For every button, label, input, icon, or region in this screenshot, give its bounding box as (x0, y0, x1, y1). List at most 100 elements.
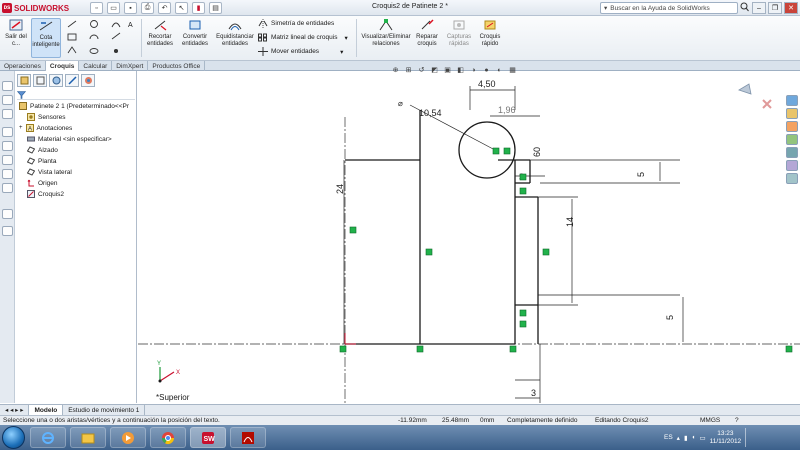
rectangle-tool-icon[interactable] (2, 109, 13, 119)
display-manager-tab-icon[interactable] (81, 74, 95, 87)
zoom-area-icon[interactable]: ⊞ (403, 65, 414, 75)
expand-icon[interactable]: + (19, 125, 23, 131)
offset-entities-button[interactable]: Equidistanciar entidades (214, 18, 256, 58)
tab-croquis[interactable]: Croquis (45, 61, 80, 71)
zoom-to-fit-icon[interactable]: ⊕ (390, 65, 401, 75)
sketch-canvas[interactable]: 4,50 10,54 1,96 60 5 3 24 14 5 3 ⌀ (138, 71, 800, 403)
tree-item-alzado[interactable]: Alzado (27, 146, 58, 154)
help-status-icon[interactable]: ? (735, 417, 739, 424)
tree-item-anotaciones[interactable]: + A Anotaciones (19, 124, 72, 132)
tree-filter[interactable] (16, 91, 135, 100)
tab-dimxpert[interactable]: DimXpert (112, 61, 149, 71)
spline-tool-icon[interactable] (2, 155, 13, 165)
help-search-input[interactable]: Buscar en la Ayuda de SolidWorks (610, 5, 709, 12)
solidworks-logo[interactable]: ᴅs SOLIDWORKS (2, 2, 69, 14)
network-icon[interactable]: ▮ (684, 434, 688, 442)
previous-view-icon[interactable]: ↺ (416, 65, 427, 75)
display-relations-button[interactable]: Visualizar/Eliminar relaciones (360, 18, 412, 58)
rapid-sketch-button[interactable]: Croquis rápido (475, 18, 505, 58)
tree-item-planta[interactable]: Planta (27, 157, 56, 165)
relation-tool-icon[interactable] (2, 209, 13, 219)
cancel-sketch-icon[interactable] (762, 99, 772, 109)
arc-tool-icon[interactable] (2, 141, 13, 151)
sketch-profile[interactable] (345, 110, 539, 345)
custom-properties-icon[interactable] (786, 173, 798, 184)
apply-scene-icon[interactable]: ◐ (494, 65, 505, 75)
print-icon[interactable]: ⎙ (141, 2, 154, 14)
tree-item-sensores[interactable]: Sensores (27, 113, 65, 121)
undo-icon[interactable]: ↶ (158, 2, 171, 14)
taskbar-acrobat[interactable] (230, 427, 266, 448)
feature-tree-tab-icon[interactable] (17, 74, 31, 87)
taskbar-media[interactable] (110, 427, 146, 448)
hide-show-icon[interactable]: ◑ (468, 65, 479, 75)
units-status[interactable]: MMGS (700, 417, 720, 424)
tree-item-croquis2[interactable]: Croquis2 (27, 190, 64, 198)
circle-tool-icon[interactable] (2, 127, 13, 137)
quick-snaps-button[interactable]: Capturas rápidas (444, 18, 474, 58)
minimize-icon[interactable]: – (752, 2, 766, 14)
tab-operaciones[interactable]: Operaciones (0, 61, 46, 71)
volume-icon[interactable]: ◖ (692, 434, 696, 441)
dimension-tool-icon[interactable] (2, 226, 13, 236)
taskbar-explorer[interactable] (70, 427, 106, 448)
chevron-down-icon[interactable]: ▾ (340, 48, 343, 56)
repair-sketch-button[interactable]: Reparar croquis (412, 18, 442, 58)
solidworks-resources-icon[interactable] (786, 95, 798, 106)
linear-pattern-button[interactable]: Matriz lineal de croquis ▾ (258, 33, 348, 42)
options-icon[interactable]: ▤ (209, 2, 222, 14)
start-button[interactable] (2, 426, 25, 449)
move-entities-button[interactable]: Mover entidades ▾ (258, 47, 343, 56)
taskbar-ie[interactable] (30, 427, 66, 448)
tree-item-origen[interactable]: Origen (27, 179, 58, 187)
restore-icon[interactable]: ❐ (768, 2, 782, 14)
edit-appearance-icon[interactable]: ● (481, 65, 492, 75)
view-palette-icon[interactable] (786, 147, 798, 158)
view-orientation-icon[interactable]: ▣ (442, 65, 453, 75)
clock[interactable]: 13:23 11/11/2012 (710, 430, 742, 446)
fillet-tool-icon[interactable] (2, 169, 13, 179)
dimxpert-tab-icon[interactable] (65, 74, 79, 87)
tree-root-part[interactable]: Patinete 2 1 (Predeterminado<<Pr (19, 102, 129, 110)
trim-entities-button[interactable]: Recortar entidades (145, 18, 175, 58)
tree-item-vista-lateral[interactable]: Vista lateral (27, 168, 72, 176)
section-view-icon[interactable]: ◩ (429, 65, 440, 75)
tab-productos-office[interactable]: Productos Office (148, 61, 206, 71)
power-icon[interactable]: ▭ (699, 434, 705, 442)
design-library-icon[interactable] (786, 108, 798, 119)
help-search-button[interactable] (740, 2, 749, 15)
tab-nav-arrows[interactable]: ◂ ◂ ▸ ▸ (0, 405, 30, 415)
file-explorer-icon[interactable] (786, 121, 798, 132)
smart-dimension-button[interactable]: Cota inteligente (31, 18, 61, 58)
close-icon[interactable]: ✕ (784, 2, 798, 14)
help-search-box[interactable]: ▾ Buscar en la Ayuda de SolidWorks (600, 2, 738, 14)
graphics-area[interactable]: 4,50 10,54 1,96 60 5 3 24 14 5 3 ⌀ (138, 71, 800, 403)
taskbar-solidworks[interactable]: SW (190, 427, 226, 448)
tab-estudio-movimiento[interactable]: Estudio de movimiento 1 (63, 405, 146, 415)
tab-calcular[interactable]: Calcular (79, 61, 113, 71)
select-icon[interactable]: ↖ (175, 2, 188, 14)
configuration-tab-icon[interactable] (49, 74, 63, 87)
tree-item-material[interactable]: Material <sin especificar> (27, 135, 112, 143)
save-icon[interactable]: ▪ (124, 2, 137, 14)
mirror-entities-button[interactable]: Simetría de entidades (258, 19, 334, 28)
show-desktop-button[interactable] (745, 428, 753, 447)
line-tool-icon[interactable] (2, 95, 13, 105)
appearances-icon[interactable] (786, 160, 798, 171)
chamfer-tool-icon[interactable] (2, 183, 13, 193)
view-settings-icon[interactable]: ▦ (507, 65, 518, 75)
taskbar-chrome[interactable] (150, 427, 186, 448)
point-tool-icon[interactable] (2, 81, 13, 91)
dimension-texts[interactable]: 4,50 10,54 1,96 60 5 3 24 14 5 3 (335, 79, 675, 398)
tray-arrow-icon[interactable]: ▴ (677, 434, 680, 442)
convert-entities-button[interactable]: Convertir entidades (178, 18, 212, 58)
language-indicator[interactable]: ES (664, 434, 673, 441)
exit-sketch-button[interactable]: Salir del c... (3, 18, 29, 58)
relation-markers[interactable] (339, 147, 793, 353)
open-folder-icon[interactable]: ▭ (107, 2, 120, 14)
display-style-icon[interactable]: ◧ (455, 65, 466, 75)
tab-modelo[interactable]: Modelo (29, 405, 64, 415)
search-results-icon[interactable] (786, 134, 798, 145)
new-file-icon[interactable]: ▫ (90, 2, 103, 14)
chevron-down-icon[interactable]: ▾ (344, 34, 347, 42)
